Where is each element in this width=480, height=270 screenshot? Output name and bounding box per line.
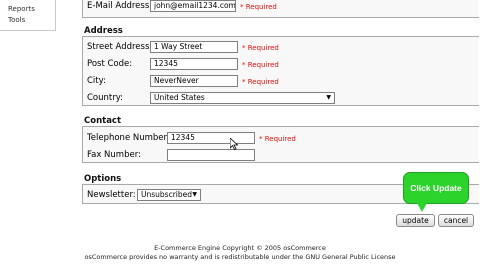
options-section-title: Options — [84, 174, 122, 184]
street-required: * Required — [242, 44, 279, 52]
address-box: Street Address: 1 Way Street * Required … — [82, 36, 479, 106]
click-update-callout: Click Update — [403, 172, 469, 204]
street-label: Street Address: — [87, 42, 153, 52]
email-label: E-Mail Address: — [87, 1, 153, 11]
telephone-field[interactable]: 12345 — [167, 132, 255, 144]
chevron-down-icon: ▼ — [326, 94, 331, 101]
city-required: * Required — [242, 78, 279, 86]
street-address-field[interactable]: 1 Way Street — [150, 41, 238, 53]
chevron-down-icon: ▼ — [192, 191, 197, 198]
footer-copyright: E-Commerce Engine Copyright © 2005 osCom… — [154, 244, 326, 252]
email-required: * Required — [240, 3, 277, 11]
postcode-field[interactable]: 12345 — [150, 58, 238, 70]
footer-license: osCommerce provides no warranty and is r… — [84, 253, 396, 261]
country-select-value: United States — [154, 93, 205, 102]
city-field[interactable]: NeverNever — [150, 75, 238, 87]
country-label: Country: — [87, 93, 124, 103]
cancel-button[interactable]: cancel — [438, 214, 474, 227]
admin-sidebar: Reports Tools — [0, 0, 56, 31]
fax-field[interactable] — [167, 149, 255, 161]
update-button[interactable]: update — [396, 214, 435, 227]
phone-label: Telephone Number: — [87, 133, 170, 143]
sidebar-item-tools[interactable]: Tools — [8, 16, 25, 24]
mouse-cursor-icon — [230, 138, 238, 150]
email-field[interactable]: john@email1234.com — [150, 0, 236, 12]
newsletter-select-value: Unsubscribed — [141, 190, 192, 199]
newsletter-select[interactable]: Unsubscribed ▼ — [137, 189, 201, 201]
contact-box: Telephone Number: 12345 * Required Fax N… — [82, 126, 479, 163]
callout-pointer — [417, 203, 427, 212]
newsletter-label: Newsletter: — [87, 190, 136, 200]
phone-required: * Required — [259, 135, 296, 143]
personal-box: E-Mail Address: john@email1234.com * Req… — [82, 0, 479, 18]
contact-section-title: Contact — [84, 116, 122, 126]
postcode-required: * Required — [242, 61, 279, 69]
country-select[interactable]: United States ▼ — [150, 92, 335, 104]
city-label: City: — [87, 76, 106, 86]
address-section-title: Address — [84, 26, 123, 36]
fax-label: Fax Number: — [87, 150, 141, 160]
postcode-label: Post Code: — [87, 59, 133, 69]
sidebar-item-reports[interactable]: Reports — [8, 5, 35, 13]
